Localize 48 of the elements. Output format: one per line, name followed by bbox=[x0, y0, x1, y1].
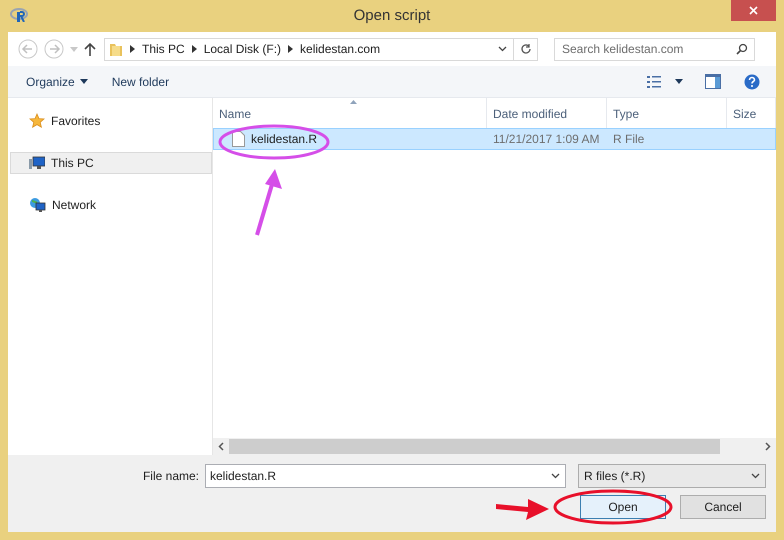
scroll-left-icon[interactable] bbox=[218, 442, 224, 451]
r-logo-icon bbox=[10, 8, 28, 22]
breadcrumb-item[interactable]: kelidestan.com bbox=[300, 40, 380, 58]
organize-button[interactable]: Organize bbox=[18, 72, 96, 90]
file-name-field[interactable]: kelidestan.R bbox=[205, 464, 566, 488]
sidebar-item[interactable]: This PC bbox=[10, 152, 212, 174]
caret-icon bbox=[80, 79, 88, 84]
dropdown-caret-icon[interactable] bbox=[498, 46, 507, 52]
search-field[interactable]: Search kelidestan.com bbox=[554, 38, 755, 60]
address-bar[interactable]: This PC Local Disk (F:) kelidestan.com bbox=[104, 38, 538, 60]
sort-caret-icon bbox=[350, 100, 357, 104]
search-icon bbox=[736, 42, 748, 54]
close-icon bbox=[749, 6, 758, 15]
close-button[interactable] bbox=[731, 0, 776, 21]
dropdown-caret-icon bbox=[751, 473, 760, 479]
date-cell-text: 11/21/2017 1:09 AM bbox=[492, 131, 601, 148]
annotation-arrow bbox=[253, 167, 283, 237]
up-arrow-icon[interactable] bbox=[84, 42, 96, 56]
window-title: Open script bbox=[354, 6, 430, 26]
file-icon bbox=[232, 131, 245, 147]
file-name: kelidestan.R bbox=[251, 131, 318, 148]
preview-pane-icon[interactable] bbox=[705, 74, 721, 89]
caret-icon[interactable] bbox=[675, 79, 683, 84]
breadcrumb-item[interactable]: Local Disk (F:) bbox=[204, 40, 282, 58]
sidebar-item[interactable]: Favorites bbox=[10, 110, 212, 132]
chevron-icon[interactable] bbox=[192, 45, 197, 53]
refresh-icon[interactable] bbox=[520, 43, 532, 55]
cancel-button[interactable]: Cancel bbox=[680, 495, 766, 519]
breadcrumb-item[interactable]: This PC bbox=[142, 40, 185, 58]
chevron-icon[interactable] bbox=[130, 45, 135, 53]
dropdown-caret-icon bbox=[551, 473, 560, 479]
help-icon[interactable] bbox=[744, 74, 760, 90]
open-button[interactable]: Open bbox=[580, 495, 666, 519]
scroll-right-icon[interactable] bbox=[765, 442, 771, 451]
computer-icon bbox=[29, 156, 45, 170]
scrollbar-thumb[interactable] bbox=[229, 439, 720, 454]
chevron-icon[interactable] bbox=[288, 45, 294, 53]
file-type-dropdown[interactable]: R files (*.R) bbox=[578, 464, 766, 488]
file-row[interactable]: kelidestan.R 11/21/2017 1:09 AM R File bbox=[213, 128, 776, 150]
type-cell-text: R File bbox=[612, 131, 646, 148]
sidebar-item[interactable]: Network bbox=[10, 194, 212, 216]
view-list-icon[interactable] bbox=[647, 76, 661, 88]
file-name-label: File name: bbox=[142, 468, 199, 485]
star-icon bbox=[29, 113, 45, 129]
new-folder-button[interactable]: New folder bbox=[104, 72, 178, 90]
folder-icon bbox=[109, 41, 123, 57]
network-icon bbox=[29, 197, 46, 213]
horizontal-scrollbar[interactable] bbox=[213, 438, 776, 455]
